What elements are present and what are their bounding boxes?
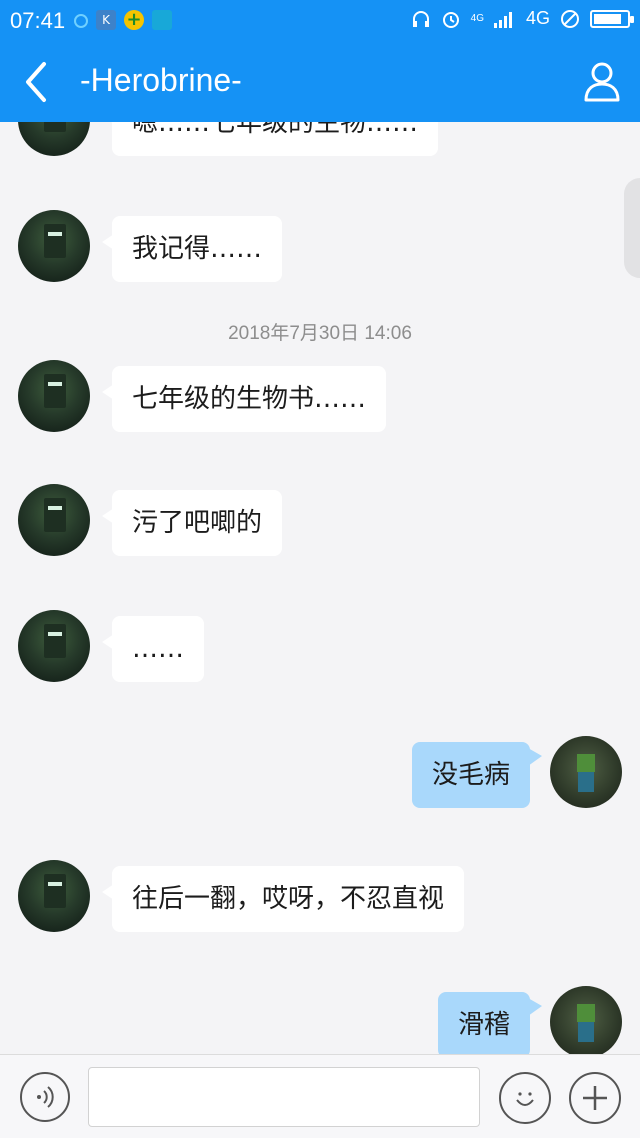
page-title: -Herobrine-	[80, 62, 242, 98]
status-time: 07:41	[10, 8, 66, 33]
no-disturb-icon	[561, 9, 579, 28]
message-bubble[interactable]: ……	[102, 616, 204, 682]
message-timestamp: 2018年7月30日 14:06	[228, 323, 412, 344]
message-bubble[interactable]: 污了吧唧的	[101, 490, 283, 556]
avatar[interactable]	[18, 484, 90, 556]
message-bubble[interactable]: 七年级的生物书……	[101, 366, 387, 432]
message-bubble[interactable]: 往后一翻，哎呀，不忍直视	[101, 866, 465, 932]
alarm-icon	[442, 11, 459, 28]
voice-button[interactable]	[20, 1072, 70, 1122]
avatar-self[interactable]	[550, 736, 622, 808]
network-label: 4G	[525, 8, 550, 28]
avatar[interactable]	[18, 210, 90, 282]
k-app-icon: K	[96, 10, 116, 30]
headphones-icon	[412, 10, 429, 27]
emoji-icon	[516, 1092, 534, 1106]
avatar[interactable]	[18, 610, 90, 682]
message-bubble-outgoing[interactable]: 滑稽	[437, 992, 543, 1054]
input-bar	[0, 1054, 640, 1138]
scroll-edge	[624, 178, 640, 278]
avatar[interactable]	[18, 122, 90, 156]
message-input[interactable]	[88, 1067, 480, 1127]
status-app-icons: K +	[74, 10, 172, 30]
plus-app-icon: +	[124, 10, 144, 30]
status-bar: 07:41 K + 4G 4G	[0, 0, 640, 42]
battery-icon	[590, 9, 634, 28]
more-button[interactable]	[569, 1072, 621, 1124]
chevron-left-icon[interactable]	[18, 58, 58, 106]
message-bubble[interactable]: 嗯……七年级的生物……	[101, 122, 439, 156]
avatar[interactable]	[18, 860, 90, 932]
notification-icon	[74, 14, 88, 28]
avatar-self[interactable]	[550, 986, 622, 1054]
message-bubble[interactable]: 我记得……	[101, 216, 283, 282]
scan-app-icon	[152, 10, 172, 30]
nav-bar: -Herobrine-	[0, 42, 640, 122]
network-small-label: 4G	[470, 13, 484, 24]
signal-icon	[493, 11, 512, 28]
message-bubble-outgoing[interactable]: 没毛病	[411, 742, 543, 808]
voice-icon	[37, 1086, 54, 1108]
battery-level	[594, 13, 622, 24]
chat-area[interactable]: 嗯……七年级的生物…… 我记得…… 2018年7月30日 14:06 七年级的生…	[0, 122, 640, 1054]
status-right-icons: 4G 4G	[411, 8, 634, 29]
person-icon[interactable]	[582, 60, 622, 104]
avatar[interactable]	[18, 360, 90, 432]
emoji-button[interactable]	[499, 1072, 551, 1124]
plus-icon	[583, 1086, 607, 1110]
